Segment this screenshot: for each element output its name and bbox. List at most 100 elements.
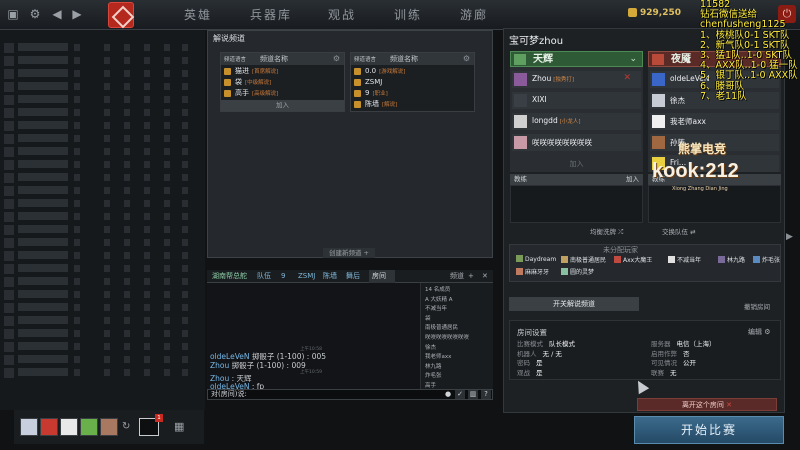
channel-item[interactable]: 猫进 [首席解说]	[221, 66, 344, 77]
chat-tab-guild[interactable]: 湖南帮总舵	[212, 270, 247, 283]
coach-join-button[interactable]: 加入	[626, 174, 639, 185]
channel-item[interactable]: 袋 [中级解说]	[221, 77, 344, 88]
chat-member[interactable]: 咲咲咲咲咲咲咲咲	[425, 333, 469, 341]
friend-row[interactable]	[4, 315, 200, 327]
forward-arrow-icon[interactable]: ▶	[68, 5, 86, 23]
friend-row[interactable]	[4, 250, 200, 262]
swap-teams-button[interactable]: 交换队伍 ⇄	[662, 226, 696, 238]
chat-member[interactable]: 高手	[425, 381, 436, 389]
chat-tab-zsmj[interactable]: ZSMJ	[298, 270, 315, 283]
friend-row[interactable]	[4, 276, 200, 288]
add-icon[interactable]: +	[468, 270, 474, 283]
radiant-header[interactable]: 天辉 ⌄	[510, 51, 643, 67]
party-avatar[interactable]	[40, 418, 58, 436]
tab-learn[interactable]: 训练	[380, 0, 436, 30]
chat-tab-wuhou[interactable]: 舞后	[346, 270, 360, 283]
gold-counter[interactable]: 929,250	[628, 8, 681, 22]
kick-icon[interactable]: ✕	[623, 73, 631, 83]
friend-row[interactable]	[4, 302, 200, 314]
radiant-join-button[interactable]: 加入	[512, 157, 641, 171]
tab-heroes[interactable]: 英雄	[170, 0, 226, 30]
unassigned-player[interactable]: 炸毛张	[753, 255, 780, 264]
chat-member[interactable]: 袋	[425, 314, 431, 322]
friend-row[interactable]	[4, 211, 200, 223]
dashboard-icon[interactable]: ▣	[4, 5, 22, 23]
create-channel-button[interactable]: 创建新频道 +	[323, 248, 375, 258]
party-avatar[interactable]	[80, 418, 98, 436]
toggle-commentary-channel-button[interactable]: 开关解说频道	[509, 297, 639, 311]
edit-settings-button[interactable]: 编辑 ⚙	[748, 327, 771, 337]
start-game-button[interactable]: 开始比赛	[634, 416, 784, 444]
unassigned-player[interactable]: 圆的灵梦	[561, 267, 594, 276]
tab-armory[interactable]: 兵器库	[238, 0, 304, 30]
friend-row[interactable]	[4, 68, 200, 80]
radiant-player-slot[interactable]: 咲咲咲咲咲咲咲咲	[512, 134, 641, 151]
chat-member[interactable]: A 大妖精 A	[425, 295, 453, 303]
friend-row[interactable]	[4, 94, 200, 106]
back-arrow-icon[interactable]: ◀	[48, 5, 66, 23]
chat-member[interactable]: 林九路	[425, 362, 442, 370]
tab-arcade[interactable]: 游廊	[446, 0, 502, 30]
friend-row[interactable]	[4, 328, 200, 340]
friend-row[interactable]	[4, 133, 200, 145]
unassigned-player[interactable]: Axx大魔王	[614, 255, 652, 264]
unassigned-player[interactable]: 麻麻牙牙	[516, 267, 549, 276]
channels-button[interactable]: 频道	[450, 270, 464, 283]
chevron-down-icon[interactable]: ⌄	[629, 54, 637, 64]
expand-arrow-icon[interactable]: ▶	[786, 232, 793, 242]
party-avatar[interactable]	[60, 418, 78, 436]
friend-row[interactable]	[4, 237, 200, 249]
chat-member[interactable]: 南极普通居民	[425, 323, 458, 331]
chat-member[interactable]: 炸毛张	[425, 371, 442, 379]
gear-icon[interactable]: ⚙	[333, 54, 340, 63]
tab-watch[interactable]: 观战	[314, 0, 370, 30]
channel-item[interactable]: 9 [职业]	[351, 88, 474, 99]
radiant-player-slot[interactable]: Zhou [独秀打] ✕	[512, 71, 641, 88]
friend-row[interactable]	[4, 172, 200, 184]
friend-row[interactable]	[4, 185, 200, 197]
gear-icon[interactable]: ⚙	[463, 54, 470, 63]
friend-row[interactable]	[4, 81, 200, 93]
leave-room-button[interactable]: 离开这个房间 ✕	[637, 398, 777, 411]
friend-row[interactable]	[4, 289, 200, 301]
radiant-player-slot[interactable]: XIXI	[512, 92, 641, 109]
party-avatar[interactable]	[20, 418, 38, 436]
grid-icon[interactable]: ▦	[174, 420, 184, 433]
friend-row[interactable]	[4, 367, 200, 379]
chat-tab-9[interactable]: 9	[281, 270, 285, 283]
party-avatar[interactable]	[100, 418, 118, 436]
chat-tab-party[interactable]: 队伍	[257, 270, 271, 283]
friend-row[interactable]	[4, 224, 200, 236]
radiant-coach-slot[interactable]	[510, 185, 643, 223]
chat-member[interactable]: 徐杰	[425, 343, 436, 351]
dire-player-slot[interactable]: 我老师axx	[650, 113, 779, 130]
chat-tab-room[interactable]: 房间	[369, 270, 395, 283]
friend-row[interactable]	[4, 263, 200, 275]
chat-tab-chenqiang[interactable]: 陈墙	[323, 270, 337, 283]
wheel-icon[interactable]: ▥	[468, 390, 478, 399]
help-icon[interactable]: ?	[481, 390, 491, 399]
join-button[interactable]: 加入	[221, 100, 344, 111]
friend-row[interactable]	[4, 42, 200, 54]
channel-item[interactable]: ZSMJ	[351, 77, 474, 88]
friend-row[interactable]	[4, 55, 200, 67]
channel-item[interactable]: 高手 [高级解说]	[221, 88, 344, 99]
send-check-icon[interactable]: ✓	[455, 390, 465, 399]
friend-row[interactable]	[4, 198, 200, 210]
unassigned-player[interactable]: Daydream	[516, 255, 556, 263]
settings-gear-icon[interactable]: ⚙	[26, 5, 44, 23]
unassigned-player[interactable]: 南极普通居民	[561, 255, 606, 264]
cancel-room-link[interactable]: 撤销房间	[744, 301, 770, 311]
chat-member[interactable]: 我老师axx	[425, 352, 451, 360]
close-icon[interactable]: ✕	[482, 270, 488, 283]
friend-row[interactable]	[4, 159, 200, 171]
unassigned-player[interactable]: 林九路	[718, 255, 745, 264]
radiant-player-slot[interactable]: longdd [小龙人]	[512, 113, 641, 130]
friend-row[interactable]	[4, 341, 200, 353]
dota-logo-button[interactable]	[108, 2, 134, 28]
refresh-icon[interactable]: ↻	[122, 421, 130, 432]
friend-row[interactable]	[4, 354, 200, 366]
friend-row[interactable]	[4, 146, 200, 158]
channel-item[interactable]: 陈墙 [解说]	[351, 99, 474, 110]
friend-row[interactable]	[4, 120, 200, 132]
